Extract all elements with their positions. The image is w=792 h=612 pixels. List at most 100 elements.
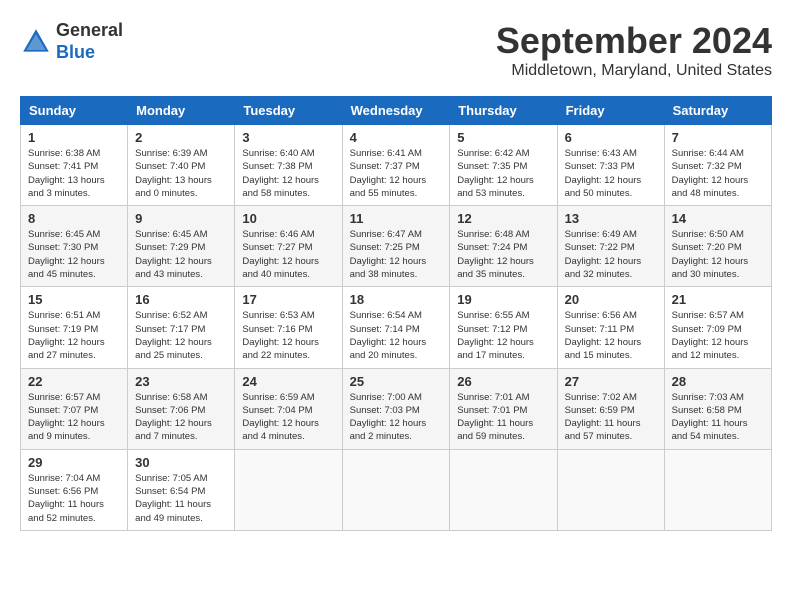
day-number: 24 [242,374,334,389]
day-info: Sunrise: 6:47 AM Sunset: 7:25 PM Dayligh… [350,228,443,281]
day-info: Sunrise: 6:41 AM Sunset: 7:37 PM Dayligh… [350,147,443,200]
day-info: Sunrise: 6:43 AM Sunset: 7:33 PM Dayligh… [565,147,657,200]
calendar-day-cell: 29 Sunrise: 7:04 AM Sunset: 6:56 PM Dayl… [21,449,128,530]
day-number: 1 [28,130,120,145]
day-number: 7 [672,130,764,145]
day-info: Sunrise: 6:42 AM Sunset: 7:35 PM Dayligh… [457,147,549,200]
calendar-day-cell [342,449,450,530]
day-info: Sunrise: 6:38 AM Sunset: 7:41 PM Dayligh… [28,147,120,200]
day-number: 16 [135,292,227,307]
calendar-day-cell: 20 Sunrise: 6:56 AM Sunset: 7:11 PM Dayl… [557,287,664,368]
day-info: Sunrise: 6:45 AM Sunset: 7:29 PM Dayligh… [135,228,227,281]
calendar-day-cell [235,449,342,530]
day-info: Sunrise: 6:57 AM Sunset: 7:07 PM Dayligh… [28,391,120,444]
calendar-day-cell: 24 Sunrise: 6:59 AM Sunset: 7:04 PM Dayl… [235,368,342,449]
calendar-day-cell [557,449,664,530]
day-number: 22 [28,374,120,389]
day-number: 29 [28,455,120,470]
weekday-header: Wednesday [342,97,450,125]
calendar-day-cell: 27 Sunrise: 7:02 AM Sunset: 6:59 PM Dayl… [557,368,664,449]
calendar-day-cell: 18 Sunrise: 6:54 AM Sunset: 7:14 PM Dayl… [342,287,450,368]
day-number: 21 [672,292,764,307]
calendar-day-cell: 25 Sunrise: 7:00 AM Sunset: 7:03 PM Dayl… [342,368,450,449]
day-info: Sunrise: 6:39 AM Sunset: 7:40 PM Dayligh… [135,147,227,200]
title-block: September 2024 Middletown, Maryland, Uni… [496,20,772,80]
day-number: 12 [457,211,549,226]
calendar-day-cell: 14 Sunrise: 6:50 AM Sunset: 7:20 PM Dayl… [664,206,771,287]
day-info: Sunrise: 6:46 AM Sunset: 7:27 PM Dayligh… [242,228,334,281]
calendar-day-cell: 22 Sunrise: 6:57 AM Sunset: 7:07 PM Dayl… [21,368,128,449]
calendar-day-cell: 23 Sunrise: 6:58 AM Sunset: 7:06 PM Dayl… [128,368,235,449]
weekday-header: Thursday [450,97,557,125]
day-number: 23 [135,374,227,389]
calendar-day-cell: 30 Sunrise: 7:05 AM Sunset: 6:54 PM Dayl… [128,449,235,530]
day-info: Sunrise: 6:50 AM Sunset: 7:20 PM Dayligh… [672,228,764,281]
day-number: 13 [565,211,657,226]
day-number: 3 [242,130,334,145]
page-header: General Blue September 2024 Middletown, … [20,20,772,80]
calendar-header-row: SundayMondayTuesdayWednesdayThursdayFrid… [21,97,772,125]
day-info: Sunrise: 6:45 AM Sunset: 7:30 PM Dayligh… [28,228,120,281]
day-info: Sunrise: 6:58 AM Sunset: 7:06 PM Dayligh… [135,391,227,444]
calendar-day-cell: 3 Sunrise: 6:40 AM Sunset: 7:38 PM Dayli… [235,125,342,206]
calendar-week-row: 8 Sunrise: 6:45 AM Sunset: 7:30 PM Dayli… [21,206,772,287]
day-number: 28 [672,374,764,389]
day-info: Sunrise: 6:44 AM Sunset: 7:32 PM Dayligh… [672,147,764,200]
day-info: Sunrise: 7:03 AM Sunset: 6:58 PM Dayligh… [672,391,764,444]
calendar-day-cell [450,449,557,530]
day-info: Sunrise: 7:00 AM Sunset: 7:03 PM Dayligh… [350,391,443,444]
day-number: 27 [565,374,657,389]
day-info: Sunrise: 7:01 AM Sunset: 7:01 PM Dayligh… [457,391,549,444]
day-number: 17 [242,292,334,307]
day-number: 26 [457,374,549,389]
calendar-week-row: 15 Sunrise: 6:51 AM Sunset: 7:19 PM Dayl… [21,287,772,368]
weekday-header: Tuesday [235,97,342,125]
calendar-day-cell: 28 Sunrise: 7:03 AM Sunset: 6:58 PM Dayl… [664,368,771,449]
calendar-day-cell: 1 Sunrise: 6:38 AM Sunset: 7:41 PM Dayli… [21,125,128,206]
logo-general-text: General [56,20,123,40]
day-info: Sunrise: 7:05 AM Sunset: 6:54 PM Dayligh… [135,472,227,525]
day-number: 5 [457,130,549,145]
calendar-day-cell: 16 Sunrise: 6:52 AM Sunset: 7:17 PM Dayl… [128,287,235,368]
weekday-header: Saturday [664,97,771,125]
day-info: Sunrise: 6:55 AM Sunset: 7:12 PM Dayligh… [457,309,549,362]
calendar-day-cell: 26 Sunrise: 7:01 AM Sunset: 7:01 PM Dayl… [450,368,557,449]
day-info: Sunrise: 6:57 AM Sunset: 7:09 PM Dayligh… [672,309,764,362]
weekday-header: Sunday [21,97,128,125]
calendar-day-cell [664,449,771,530]
day-number: 9 [135,211,227,226]
calendar-week-row: 1 Sunrise: 6:38 AM Sunset: 7:41 PM Dayli… [21,125,772,206]
calendar-day-cell: 15 Sunrise: 6:51 AM Sunset: 7:19 PM Dayl… [21,287,128,368]
calendar-day-cell: 17 Sunrise: 6:53 AM Sunset: 7:16 PM Dayl… [235,287,342,368]
calendar-day-cell: 2 Sunrise: 6:39 AM Sunset: 7:40 PM Dayli… [128,125,235,206]
day-number: 25 [350,374,443,389]
day-info: Sunrise: 6:59 AM Sunset: 7:04 PM Dayligh… [242,391,334,444]
day-number: 19 [457,292,549,307]
day-number: 6 [565,130,657,145]
day-info: Sunrise: 6:56 AM Sunset: 7:11 PM Dayligh… [565,309,657,362]
month-title: September 2024 [496,20,772,62]
calendar-day-cell: 19 Sunrise: 6:55 AM Sunset: 7:12 PM Dayl… [450,287,557,368]
day-number: 2 [135,130,227,145]
logo-blue-text: Blue [56,42,95,62]
logo: General Blue [20,20,123,63]
day-info: Sunrise: 7:02 AM Sunset: 6:59 PM Dayligh… [565,391,657,444]
day-number: 18 [350,292,443,307]
logo-icon [20,26,52,58]
calendar-day-cell: 7 Sunrise: 6:44 AM Sunset: 7:32 PM Dayli… [664,125,771,206]
day-info: Sunrise: 6:52 AM Sunset: 7:17 PM Dayligh… [135,309,227,362]
day-number: 14 [672,211,764,226]
day-info: Sunrise: 7:04 AM Sunset: 6:56 PM Dayligh… [28,472,120,525]
day-info: Sunrise: 6:48 AM Sunset: 7:24 PM Dayligh… [457,228,549,281]
calendar-day-cell: 6 Sunrise: 6:43 AM Sunset: 7:33 PM Dayli… [557,125,664,206]
day-info: Sunrise: 6:53 AM Sunset: 7:16 PM Dayligh… [242,309,334,362]
calendar-day-cell: 21 Sunrise: 6:57 AM Sunset: 7:09 PM Dayl… [664,287,771,368]
weekday-header: Friday [557,97,664,125]
calendar-day-cell: 13 Sunrise: 6:49 AM Sunset: 7:22 PM Dayl… [557,206,664,287]
day-number: 8 [28,211,120,226]
weekday-header: Monday [128,97,235,125]
day-number: 20 [565,292,657,307]
day-info: Sunrise: 6:54 AM Sunset: 7:14 PM Dayligh… [350,309,443,362]
calendar-table: SundayMondayTuesdayWednesdayThursdayFrid… [20,96,772,531]
calendar-week-row: 22 Sunrise: 6:57 AM Sunset: 7:07 PM Dayl… [21,368,772,449]
